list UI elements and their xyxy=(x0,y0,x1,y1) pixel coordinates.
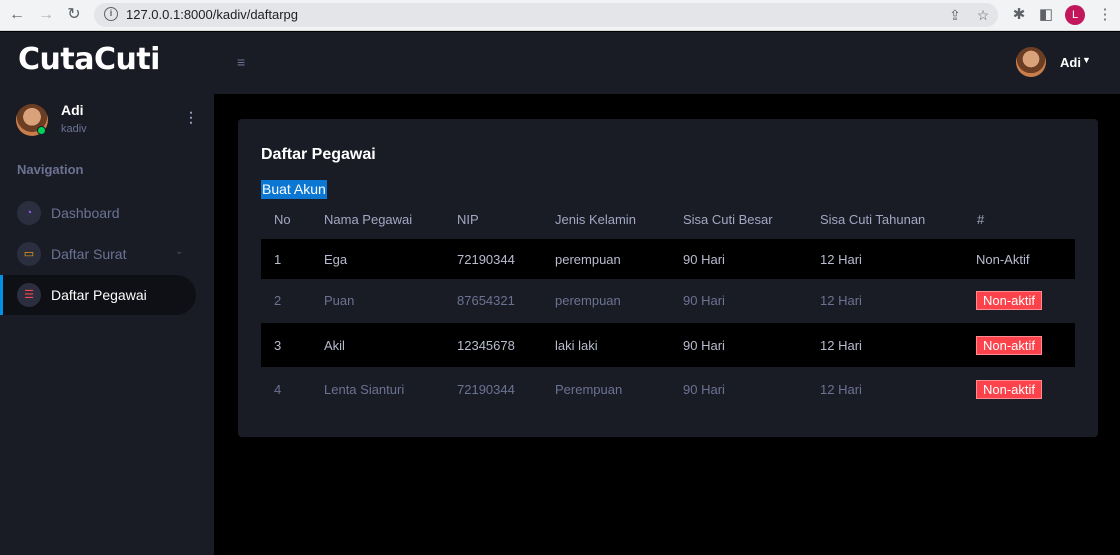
active-indicator xyxy=(0,275,3,315)
column-header: # xyxy=(977,212,985,227)
browser-chrome: ← → ↻ i 127.0.0.1:8000/kadiv/daftarpg ⇪ … xyxy=(0,0,1120,31)
online-status-dot xyxy=(37,126,46,135)
table-row: 3 Akil 12345678 laki laki 90 Hari 12 Har… xyxy=(261,323,1075,367)
header-user-name[interactable]: Adi xyxy=(1060,55,1081,70)
cell-nip: 12345678 xyxy=(457,338,515,353)
site-info-icon[interactable]: i xyxy=(104,7,118,21)
cell-jenis-kelamin: Perempuan xyxy=(555,382,623,397)
address-bar[interactable]: i 127.0.0.1:8000/kadiv/daftarpg ⇪ ☆ xyxy=(94,3,998,27)
status-badge[interactable]: Non-aktif xyxy=(976,291,1043,310)
browser-profile-avatar[interactable]: L xyxy=(1065,5,1085,25)
sidebar-item-dashboard[interactable]: ◔ Dashboard xyxy=(0,193,196,233)
sidebar-item-label: Daftar Pegawai xyxy=(51,287,147,303)
chevron-down-icon: ⌄ xyxy=(175,246,184,257)
brand-logo[interactable]: CutaCuti xyxy=(18,42,160,77)
cell-no: 4 xyxy=(274,382,282,397)
sidebar-user-role: kadiv xyxy=(61,123,87,135)
forward-arrow-icon[interactable]: → xyxy=(35,4,57,26)
sidebar: Adi kadiv ⋮ Navigation ◔ Dashboard ▭ Daf… xyxy=(0,94,214,555)
table-row: 4 Lenta Sianturi 72190344 Perempuan 90 H… xyxy=(261,369,1075,409)
more-vertical-icon[interactable]: ⋮ xyxy=(184,109,198,126)
cell-cuti-tahunan: 12 Hari xyxy=(820,382,862,397)
cell-cuti-tahunan: 12 Hari xyxy=(820,252,862,267)
column-header: No xyxy=(274,212,291,227)
status-text[interactable]: Non-Aktif xyxy=(976,252,1029,267)
cell-cuti-besar: 90 Hari xyxy=(683,252,725,267)
cell-cuti-tahunan: 12 Hari xyxy=(820,293,862,308)
cell-nip: 72190344 xyxy=(457,252,515,267)
caret-down-icon[interactable]: ▼ xyxy=(1082,55,1091,65)
cell-jenis-kelamin: perempuan xyxy=(555,252,621,267)
column-header: Nama Pegawai xyxy=(324,212,413,227)
employee-card: Daftar Pegawai Buat Akun No Nama Pegawai… xyxy=(238,119,1098,437)
sidebar-item-daftar-pegawai[interactable]: ☰ Daftar Pegawai xyxy=(0,275,196,315)
bookmark-star-icon[interactable]: ☆ xyxy=(974,6,992,24)
cell-cuti-besar: 90 Hari xyxy=(683,382,725,397)
cell-jenis-kelamin: perempuan xyxy=(555,293,621,308)
cell-jenis-kelamin: laki laki xyxy=(555,338,598,353)
column-header: Jenis Kelamin xyxy=(555,212,636,227)
cell-cuti-tahunan: 12 Hari xyxy=(820,338,862,353)
cell-nama: Lenta Sianturi xyxy=(324,382,405,397)
back-arrow-icon[interactable]: ← xyxy=(6,4,28,26)
cell-no: 2 xyxy=(274,293,282,308)
cell-no: 3 xyxy=(274,338,282,353)
header-avatar[interactable] xyxy=(1016,47,1046,77)
card-title: Daftar Pegawai xyxy=(261,146,376,163)
status-badge[interactable]: Non-aktif xyxy=(976,380,1043,399)
status-badge[interactable]: Non-aktif xyxy=(976,336,1043,355)
hamburger-menu-icon[interactable]: ≡ xyxy=(237,54,245,70)
cell-nip: 72190344 xyxy=(457,382,515,397)
cell-no: 1 xyxy=(274,252,282,267)
extensions-icon[interactable]: ✱ xyxy=(1008,4,1030,26)
browser-menu-icon[interactable]: ⋮ xyxy=(1094,4,1116,26)
create-account-link[interactable]: Buat Akun xyxy=(261,180,327,199)
speedometer-icon: ◔ xyxy=(17,201,41,225)
table-row: 2 Puan 87654321 perempuan 90 Hari 12 Har… xyxy=(261,280,1075,320)
side-panel-icon[interactable]: ◧ xyxy=(1035,4,1057,26)
column-header: Sisa Cuti Tahunan xyxy=(820,212,926,227)
app-header: CutaCuti ≡ Adi ▼ xyxy=(0,32,1120,94)
list-icon: ☰ xyxy=(17,283,41,307)
cell-nama: Ega xyxy=(324,252,348,267)
cell-nama: Akil xyxy=(324,338,345,353)
column-header: NIP xyxy=(457,212,479,227)
cell-cuti-besar: 90 Hari xyxy=(683,293,725,308)
cell-nama: Puan xyxy=(324,293,355,308)
sidebar-item-label: Dashboard xyxy=(51,205,120,221)
laptop-icon: ▭ xyxy=(17,242,41,266)
nav-heading: Navigation xyxy=(17,162,84,177)
reload-icon[interactable]: ↻ xyxy=(63,4,85,26)
cell-cuti-besar: 90 Hari xyxy=(683,338,725,353)
column-header: Sisa Cuti Besar xyxy=(683,212,773,227)
cell-nip: 87654321 xyxy=(457,293,515,308)
sidebar-item-daftar-surat[interactable]: ▭ Daftar Surat ⌄ xyxy=(0,234,196,274)
table-row: 1 Ega 72190344 perempuan 90 Hari 12 Hari… xyxy=(261,239,1075,279)
sidebar-item-label: Daftar Surat xyxy=(51,246,127,262)
url-text: 127.0.0.1:8000/kadiv/daftarpg xyxy=(126,7,299,22)
sidebar-user-name: Adi xyxy=(61,102,84,118)
share-icon[interactable]: ⇪ xyxy=(946,6,964,24)
